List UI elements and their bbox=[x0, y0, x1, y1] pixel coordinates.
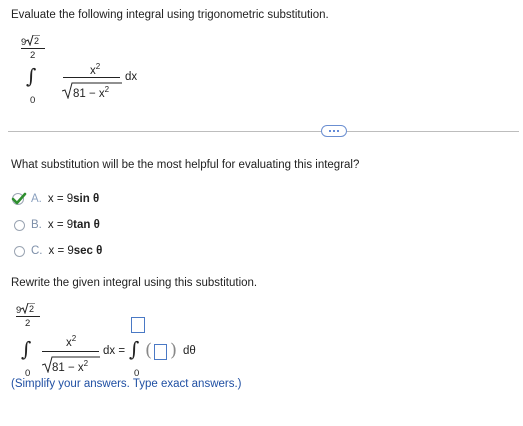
choice-c-letter: C. bbox=[31, 245, 43, 257]
p2-integrand-numerator: x2 bbox=[66, 334, 77, 349]
more-dot-icon bbox=[337, 130, 339, 132]
choice-a-letter: A. bbox=[31, 193, 42, 205]
rhs-integral-sign: ∫ bbox=[129, 337, 140, 361]
more-button[interactable] bbox=[321, 125, 347, 137]
sqrt-icon: 2 bbox=[21, 302, 36, 315]
choice-b-radio[interactable] bbox=[14, 219, 25, 231]
p2-integrand-fraction-bar bbox=[42, 351, 99, 352]
right-paren: ) bbox=[170, 340, 178, 361]
choice-a-fn: sin θ bbox=[73, 193, 100, 205]
left-paren: ( bbox=[145, 340, 153, 361]
more-dot-icon bbox=[333, 130, 335, 132]
choice-c[interactable]: C. x = 9 sec θ bbox=[14, 244, 102, 258]
integrand-fraction-bar bbox=[63, 77, 120, 78]
sqrt-icon: 2 bbox=[26, 34, 41, 47]
upper-limit-numerator: 92 bbox=[21, 34, 41, 48]
question-prompt: Evaluate the following integral using tr… bbox=[11, 9, 329, 21]
p2-upper-limit-denominator: 2 bbox=[25, 318, 31, 329]
choice-a[interactable]: A. x = 9 sin θ bbox=[14, 192, 99, 206]
choice-b-letter: B. bbox=[31, 219, 42, 231]
part2-prompt: Rewrite the given integral using this su… bbox=[11, 277, 258, 289]
integrand-numerator: x2 bbox=[90, 62, 101, 77]
choice-c-fn: sec θ bbox=[73, 245, 103, 257]
choice-c-lhs: x = 9 bbox=[48, 245, 74, 257]
p2-integral-sign: ∫ bbox=[21, 337, 32, 361]
integral-sign: ∫ bbox=[26, 64, 37, 88]
upper-limit-fraction-bar bbox=[21, 48, 45, 49]
section-divider bbox=[8, 131, 519, 132]
differential: dx bbox=[125, 71, 138, 83]
rhs-differential: dθ bbox=[183, 345, 196, 357]
upper-limit-denominator: 2 bbox=[30, 50, 36, 61]
more-dot-icon bbox=[329, 130, 331, 132]
choice-a-lhs: x = 9 bbox=[47, 193, 74, 205]
p2-upper-limit-numerator: 92 bbox=[16, 302, 36, 316]
p2-upper-limit-fraction-bar bbox=[16, 316, 40, 317]
answer-hint: (Simplify your answers. Type exact answe… bbox=[11, 378, 242, 390]
choice-b-fn: tan θ bbox=[73, 219, 100, 231]
p2-differential-equals: dx = bbox=[103, 345, 126, 357]
svg-text:2: 2 bbox=[29, 304, 34, 314]
integrand-input[interactable] bbox=[154, 344, 167, 360]
choice-b-lhs: x = 9 bbox=[47, 219, 74, 231]
choice-c-radio[interactable] bbox=[14, 245, 25, 257]
upper-limit-input[interactable] bbox=[131, 317, 145, 333]
p2-integrand-denominator: 81 − x2 bbox=[52, 359, 89, 374]
lower-limit: 0 bbox=[30, 95, 36, 106]
integrand-denominator: 81 − x2 bbox=[73, 85, 110, 100]
part1-prompt: What substitution will be the most helpf… bbox=[11, 159, 360, 171]
choice-b[interactable]: B. x = 9 tan θ bbox=[14, 218, 100, 232]
svg-text:2: 2 bbox=[34, 36, 39, 46]
